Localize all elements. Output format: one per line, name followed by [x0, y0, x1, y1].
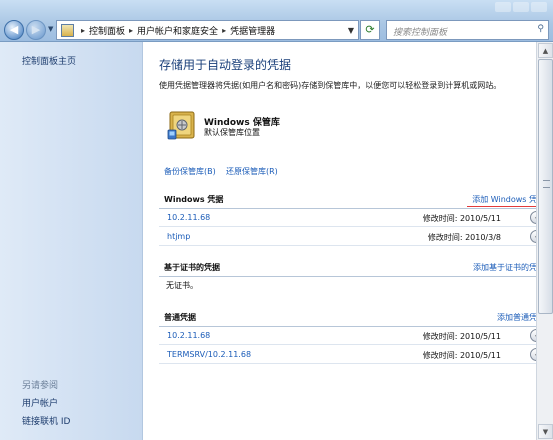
user-accounts-link[interactable]: 用户帐户 — [22, 396, 58, 409]
modified-date: 修改时间: 2010/5/11 — [422, 351, 501, 360]
add-certificate-credential-link[interactable]: 添加基于证书的凭据 — [473, 262, 545, 273]
certificate-credentials-header: 基于证书的凭据 添加基于证书的凭据 — [159, 262, 545, 276]
address-dropdown-icon[interactable]: ▼ — [348, 26, 354, 35]
close-button[interactable] — [531, 2, 547, 12]
credential-name[interactable]: TERMSRV/10.2.11.68 — [167, 350, 251, 359]
breadcrumb-credential-manager[interactable]: 凭据管理器 — [230, 24, 275, 37]
highlight-underline — [467, 206, 545, 207]
breadcrumb-control-panel[interactable]: 控制面板 — [89, 24, 125, 37]
modified-date: 修改时间: 2010/5/11 — [422, 332, 501, 341]
breadcrumb-user-accounts[interactable]: 用户帐户和家庭安全 — [137, 24, 218, 37]
scroll-down-icon[interactable]: ▼ — [538, 424, 553, 439]
grip-icon — [543, 180, 550, 188]
section-title: Windows 凭据 — [164, 195, 224, 204]
control-panel-home-link[interactable]: 控制面板主页 — [22, 54, 76, 67]
section-divider — [159, 208, 545, 209]
page-title: 存储用于自动登录的凭据 — [159, 58, 292, 72]
search-input[interactable]: 搜索控制面板 ⚲ — [386, 20, 549, 40]
credential-name[interactable]: 10.2.11.68 — [167, 213, 210, 222]
add-windows-credential-link[interactable]: 添加 Windows 凭据 — [472, 194, 545, 205]
backup-vault-link[interactable]: 备份保管库(B) — [164, 166, 216, 177]
chevron-right-icon[interactable]: ▸ — [222, 26, 226, 35]
section-divider — [159, 276, 545, 277]
windows-credentials-header: Windows 凭据 添加 Windows 凭据 — [159, 194, 545, 208]
section-divider — [159, 326, 545, 327]
credential-row[interactable]: htjmp 修改时间: 2010/3/8 ⌄ — [159, 229, 545, 246]
scroll-thumb[interactable] — [538, 59, 553, 314]
main-content: 存储用于自动登录的凭据 使用凭据管理器将凭据(如用户名和密码)存储到保管库中，以… — [144, 42, 553, 440]
page-description: 使用凭据管理器将凭据(如用户名和密码)存储到保管库中，以便您可以轻松登录到计算机… — [159, 81, 502, 90]
window-controls — [495, 2, 547, 12]
chevron-right-icon[interactable]: ▸ — [129, 26, 133, 35]
link-online-id-link[interactable]: 链接联机 ID — [22, 414, 70, 427]
generic-credentials-header: 普通凭据 添加普通凭据 — [159, 312, 545, 326]
restore-vault-link[interactable]: 还原保管库(R) — [226, 166, 278, 177]
credential-row[interactable]: 10.2.11.68 修改时间: 2010/5/11 ⌄ — [159, 328, 545, 345]
address-toolbar: ◀ ▶ ▼ ▸ 控制面板 ▸ 用户帐户和家庭安全 ▸ 凭据管理器 ▼ ⟳ 搜索控… — [0, 0, 553, 42]
section-title: 普通凭据 — [164, 313, 196, 322]
minimize-button[interactable] — [495, 2, 511, 12]
maximize-button[interactable] — [513, 2, 529, 12]
modified-date: 修改时间: 2010/5/11 — [422, 214, 501, 223]
search-icon[interactable]: ⚲ — [537, 24, 544, 34]
credential-name[interactable]: 10.2.11.68 — [167, 331, 210, 340]
vault-subtitle: 默认保管库位置 — [204, 128, 260, 137]
vertical-scrollbar[interactable]: ▲ ▼ — [536, 42, 553, 440]
scroll-up-icon[interactable]: ▲ — [538, 43, 553, 58]
no-certificates-text: 无证书。 — [166, 281, 198, 290]
modified-date: 修改时间: 2010/3/8 — [427, 233, 501, 242]
address-bar[interactable]: ▸ 控制面板 ▸ 用户帐户和家庭安全 ▸ 凭据管理器 ▼ — [56, 20, 359, 40]
task-pane: 控制面板主页 另请参阅 用户帐户 链接联机 ID — [0, 42, 143, 440]
history-dropdown-icon[interactable]: ▼ — [48, 25, 53, 33]
refresh-button[interactable]: ⟳ — [360, 20, 380, 40]
chevron-right-icon[interactable]: ▸ — [81, 26, 85, 35]
vault-icon — [167, 111, 195, 140]
section-title: 基于证书的凭据 — [164, 263, 220, 272]
forward-button[interactable]: ▶ — [26, 20, 46, 40]
credential-row[interactable]: 10.2.11.68 修改时间: 2010/5/11 ⌄ — [159, 210, 545, 227]
credential-row[interactable]: TERMSRV/10.2.11.68 修改时间: 2010/5/11 ⌄ — [159, 347, 545, 364]
back-button[interactable]: ◀ — [4, 20, 24, 40]
search-placeholder: 搜索控制面板 — [393, 28, 448, 38]
control-panel-icon — [61, 23, 74, 37]
credential-name[interactable]: htjmp — [167, 232, 190, 241]
see-also-heading: 另请参阅 — [22, 381, 59, 391]
